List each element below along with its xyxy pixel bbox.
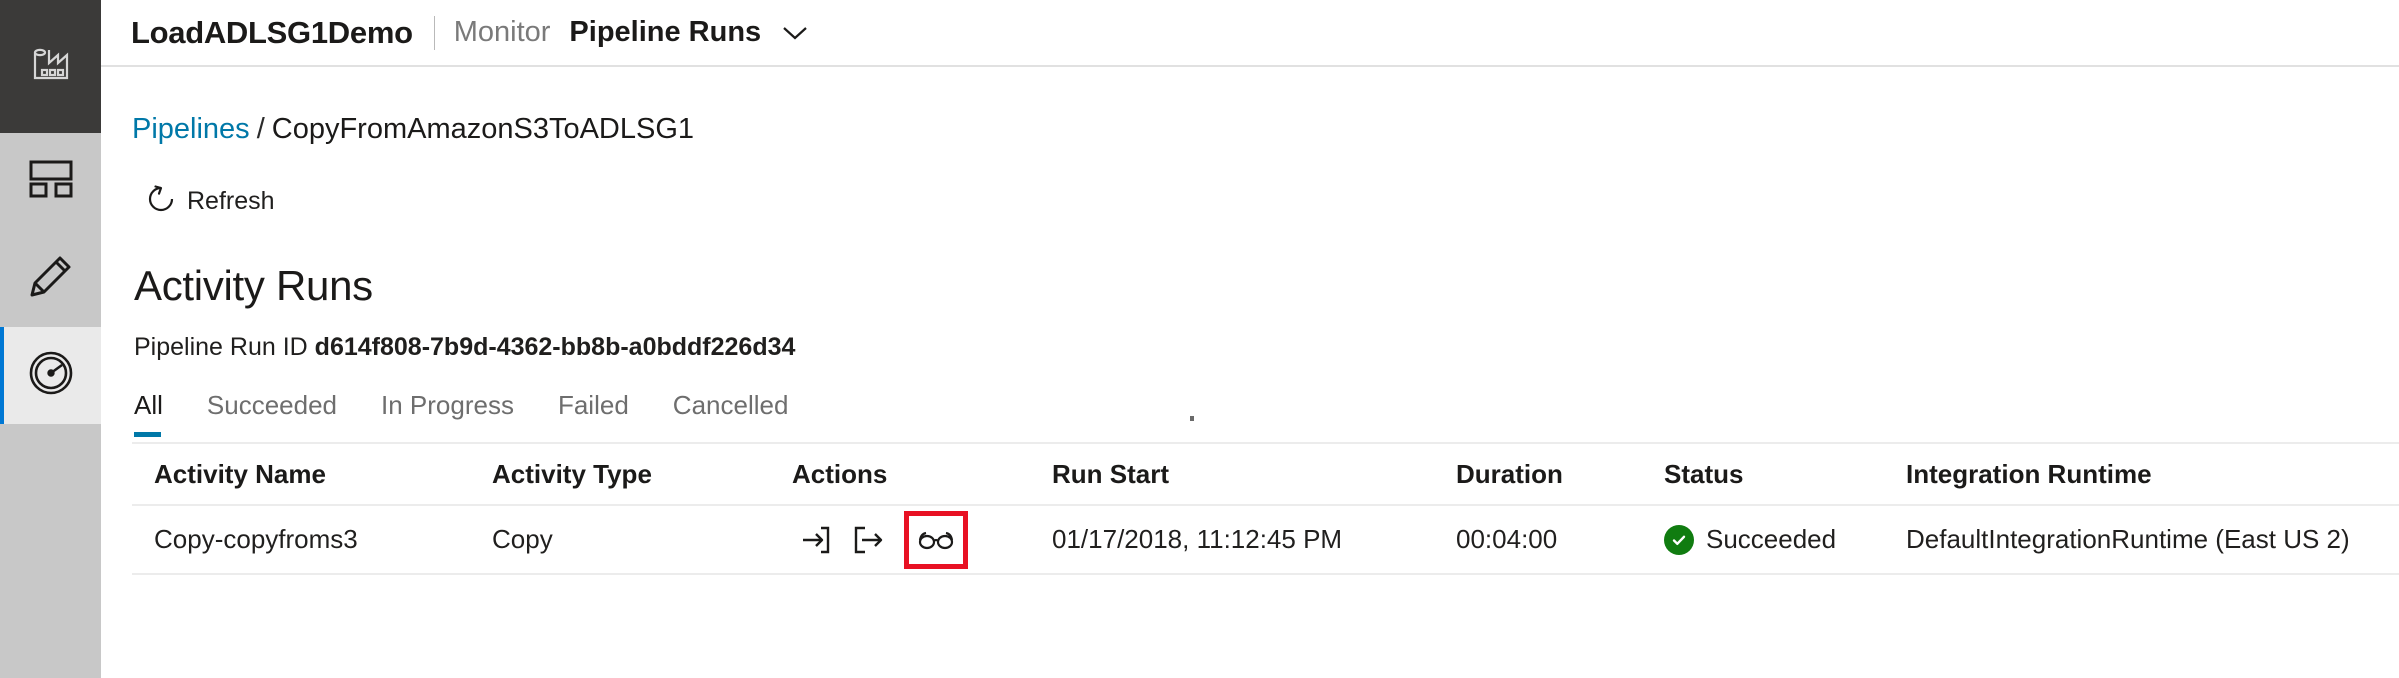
success-check-icon — [1664, 524, 1694, 555]
table-row[interactable]: Copy-copyfroms3 Copy 01/17/2018, 11:12:4… — [132, 506, 2399, 575]
page-title: Activity Runs — [134, 262, 373, 309]
sidebar-item-author[interactable] — [0, 230, 101, 327]
breadcrumb-current: CopyFromAmazonS3ToADLSG1 — [271, 113, 695, 145]
tab-cancelled[interactable]: Cancelled — [673, 390, 789, 437]
cell-run-start: 01/17/2018, 11:12:45 PM — [1052, 524, 1343, 554]
column-header-duration[interactable]: Duration — [1456, 459, 1664, 490]
pipeline-run-id: Pipeline Run ID d614f808-7b9d-4362-bb8b-… — [134, 333, 2399, 362]
status-filter-tabs: All Succeeded In Progress Failed Cancell… — [134, 390, 2399, 437]
pipeline-run-id-value: d614f808-7b9d-4362-bb8b-a0bddf226d34 — [314, 333, 796, 361]
cell-duration: 00:04:00 — [1456, 524, 1558, 554]
input-icon[interactable] — [792, 516, 840, 564]
refresh-button[interactable]: Refresh — [140, 180, 281, 223]
cell-actions — [792, 510, 1052, 569]
refresh-label: Refresh — [187, 187, 275, 215]
tab-failed[interactable]: Failed — [558, 390, 629, 437]
content-area: Pipelines / CopyFromAmazonS3ToADLSG1 Refre… — [101, 67, 2399, 678]
sidebar-item-factory-logo[interactable] — [0, 0, 101, 133]
app-root: LoadADLSG1Demo Monitor Pipeline Runs Pip… — [0, 0, 2399, 678]
factory-name: LoadADLSG1Demo — [131, 14, 413, 50]
left-rail — [0, 0, 101, 678]
table-header-row: Activity Name Activity Type Actions Run … — [132, 444, 2399, 506]
chevron-down-icon — [782, 16, 808, 49]
row-actions — [792, 510, 1042, 569]
rail-filler — [0, 424, 101, 678]
column-header-status[interactable]: Status — [1664, 459, 1906, 490]
column-header-run-start[interactable]: Run Start — [1052, 459, 1456, 490]
breadcrumb: Pipelines / CopyFromAmazonS3ToADLSG1 — [132, 115, 2399, 144]
pipeline-runs-label: Pipeline Runs — [569, 15, 762, 48]
column-header-activity-name[interactable]: Activity Name — [132, 459, 492, 490]
gauge-icon — [27, 349, 75, 402]
pencil-icon — [27, 252, 75, 305]
sidebar-item-monitor[interactable] — [0, 327, 101, 424]
tab-succeeded[interactable]: Succeeded — [207, 390, 337, 437]
top-bar: LoadADLSG1Demo Monitor Pipeline Runs — [101, 0, 2399, 67]
stray-dot — [1190, 416, 1194, 421]
tab-all[interactable]: All — [134, 390, 163, 437]
breadcrumb-separator: / — [256, 113, 265, 145]
status-badge: Succeeded — [1664, 524, 1896, 555]
refresh-icon — [146, 184, 176, 219]
command-bar: Refresh — [132, 180, 2399, 223]
activity-runs-table: Activity Name Activity Type Actions Run … — [132, 442, 2399, 575]
column-header-integration-runtime[interactable]: Integration Runtime — [1906, 459, 2399, 490]
cell-status: Succeeded — [1664, 524, 1906, 555]
main-column: LoadADLSG1Demo Monitor Pipeline Runs Pip… — [101, 0, 2399, 678]
topbar-section-label: Monitor — [453, 16, 551, 48]
status-label: Succeeded — [1706, 524, 1837, 554]
pipeline-run-id-label: Pipeline Run ID — [134, 333, 308, 361]
cell-activity-type: Copy — [492, 524, 553, 554]
sidebar-item-home[interactable] — [0, 133, 101, 230]
column-header-activity-type[interactable]: Activity Type — [492, 459, 792, 490]
pipeline-runs-selector[interactable]: Pipeline Runs — [569, 16, 808, 50]
column-header-actions[interactable]: Actions — [792, 459, 1052, 490]
factory-icon — [25, 38, 77, 95]
tab-in-progress[interactable]: In Progress — [381, 390, 514, 437]
breadcrumb-link-pipelines[interactable]: Pipelines — [132, 113, 250, 145]
topbar-divider — [433, 15, 435, 50]
details-glasses-icon[interactable] — [904, 510, 968, 569]
output-icon[interactable] — [844, 516, 892, 564]
cell-integration-runtime: DefaultIntegrationRuntime (East US 2) — [1906, 524, 2350, 554]
dashboard-icon — [28, 159, 74, 204]
cell-activity-name: Copy-copyfroms3 — [154, 524, 358, 554]
